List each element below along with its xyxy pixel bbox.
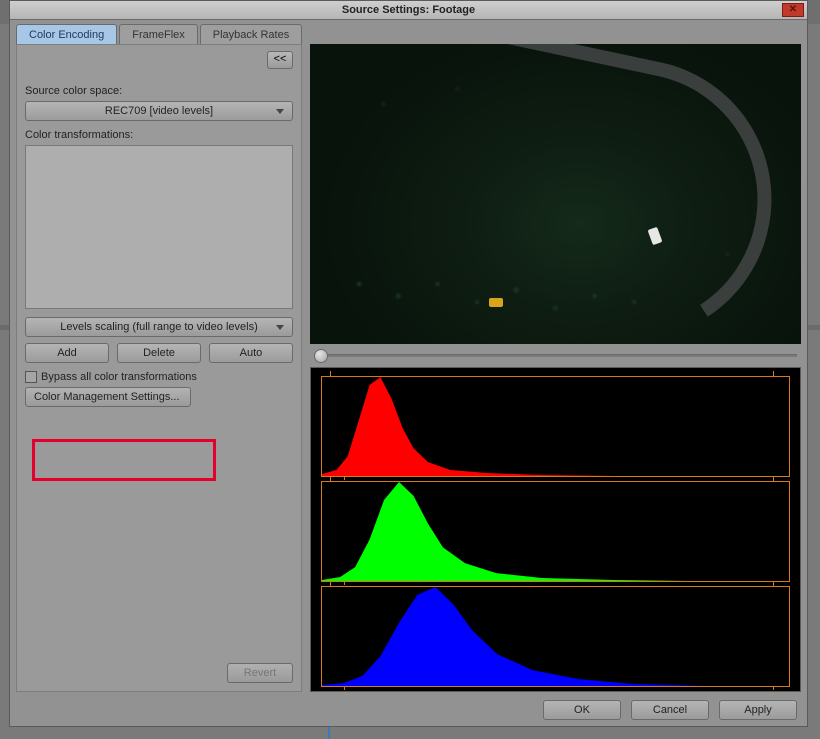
close-button[interactable]	[782, 3, 804, 17]
tab-frameflex[interactable]: FrameFlex	[119, 24, 198, 44]
source-color-space-label: Source color space:	[25, 85, 293, 97]
revert-button[interactable]: Revert	[227, 663, 293, 683]
preview-trees	[310, 44, 801, 344]
content-area: << Source color space: REC709 [video lev…	[10, 44, 807, 698]
cancel-button[interactable]: Cancel	[631, 700, 709, 720]
dialog-title: Source Settings: Footage	[342, 4, 475, 16]
preview-car-yellow	[489, 298, 503, 307]
add-button[interactable]: Add	[25, 343, 109, 363]
histogram-blue	[321, 586, 790, 687]
scrub-slider-row	[310, 354, 801, 357]
bypass-checkbox[interactable]	[25, 371, 37, 383]
bypass-row: Bypass all color transformations	[25, 371, 293, 383]
cms-button-label: Color Management Settings...	[34, 391, 180, 403]
tab-color-encoding[interactable]: Color Encoding	[16, 24, 117, 44]
dialog-footer: OK Cancel Apply	[543, 700, 797, 720]
tab-bar: Color Encoding FrameFlex Playback Rates	[10, 20, 807, 44]
delete-button[interactable]: Delete	[117, 343, 201, 363]
rgb-histogram-panel	[310, 367, 801, 692]
levels-scaling-value: Levels scaling (full range to video leve…	[60, 321, 258, 333]
source-color-space-value: REC709 [video levels]	[105, 105, 213, 117]
scrub-slider-track[interactable]	[314, 354, 797, 357]
histogram-red	[321, 376, 790, 477]
transformation-button-row: Add Delete Auto	[25, 343, 293, 363]
source-color-space-dropdown[interactable]: REC709 [video levels]	[25, 101, 293, 121]
levels-scaling-dropdown[interactable]: Levels scaling (full range to video leve…	[25, 317, 293, 337]
tutorial-highlight-box	[32, 439, 216, 481]
ok-button[interactable]: OK	[543, 700, 621, 720]
scrub-slider-thumb[interactable]	[314, 349, 328, 363]
histogram-green	[321, 481, 790, 582]
bypass-checkbox-label: Bypass all color transformations	[41, 371, 197, 383]
right-panel	[310, 44, 801, 692]
tab-playback-rates[interactable]: Playback Rates	[200, 24, 302, 44]
left-panel: << Source color space: REC709 [video lev…	[16, 44, 302, 692]
timeline-playhead-icon	[328, 727, 330, 739]
source-settings-dialog: Source Settings: Footage Color Encoding …	[9, 0, 808, 727]
color-management-settings-button[interactable]: Color Management Settings...	[25, 387, 191, 407]
color-transformations-listbox[interactable]	[25, 145, 293, 309]
video-preview	[310, 44, 801, 344]
auto-button[interactable]: Auto	[209, 343, 293, 363]
color-transformations-label: Color transformations:	[25, 129, 293, 141]
titlebar[interactable]: Source Settings: Footage	[10, 1, 807, 20]
collapse-panel-button[interactable]: <<	[267, 51, 293, 69]
apply-button[interactable]: Apply	[719, 700, 797, 720]
